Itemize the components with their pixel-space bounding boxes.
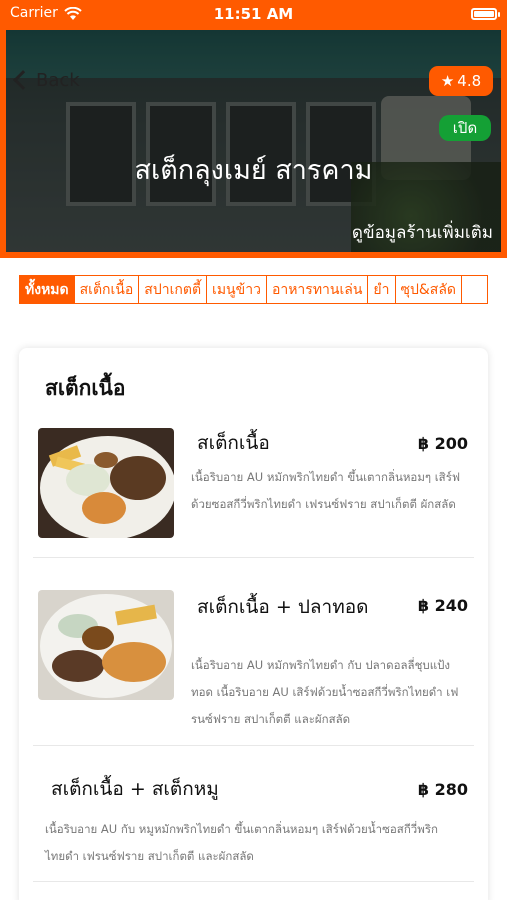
- back-label: Back: [36, 69, 80, 91]
- menu-item[interactable]: สเต็กเนื้อ + สเต็กหมู ฿ 280 เนื้อริบอาย …: [33, 760, 474, 882]
- item-name: สเต็กเนื้อ + สเต็กหมู: [51, 778, 219, 800]
- item-description: เนื้อริบอาย AU หมักพริกไทยดำ ขึ้นเตากลิ่…: [191, 470, 461, 511]
- menu-item[interactable]: สเต็กเนื้อ + ปลาทอด ฿ 240 เนื้อริบอาย AU…: [33, 572, 474, 746]
- open-status-badge: เปิด: [439, 115, 491, 141]
- tab-yum[interactable]: ยำ: [368, 276, 396, 303]
- app-screen: Carrier 11:51 AM Back ★ 4.8 เปิด สเต็กลุ…: [0, 0, 507, 900]
- item-name: สเต็กเนื้อ: [197, 432, 270, 454]
- shop-cover-photo: Back ★ 4.8 เปิด สเต็กลุงเมย์ สารคาม ดูข้…: [6, 30, 501, 252]
- item-description: เนื้อริบอาย AU กับ หมูหมักพริกไทยดำ ขึ้น…: [45, 822, 438, 863]
- tab-beef-steak[interactable]: สเต็กเนื้อ: [74, 276, 140, 303]
- item-price: ฿ 200: [417, 434, 468, 453]
- shop-header: Back ★ 4.8 เปิด สเต็กลุงเมย์ สารคาม ดูข้…: [0, 30, 507, 258]
- tab-spaghetti[interactable]: สปาเกตตี้: [139, 276, 208, 303]
- more-info-link[interactable]: ดูข้อมูลร้านเพิ่มเติม: [352, 219, 493, 246]
- item-price: ฿ 280: [417, 780, 468, 799]
- menu-section-card: สเต็กเนื้อ สเต็กเนื้อ ฿ 200 เนื้อริบอาย …: [19, 348, 488, 900]
- chevron-left-icon: [13, 70, 33, 90]
- rating-badge: ★ 4.8: [429, 66, 493, 96]
- battery-icon: [471, 8, 500, 20]
- status-bar: Carrier 11:51 AM: [0, 0, 507, 30]
- status-time: 11:51 AM: [213, 5, 294, 23]
- tab-soup-salad[interactable]: ซุป&สลัด: [395, 276, 463, 303]
- food-photo: [38, 428, 174, 538]
- tab-all[interactable]: ทั้งหมด: [20, 276, 75, 303]
- item-description: เนื้อริบอาย AU หมักพริกไทยดำ กับ ปลาดอลล…: [191, 658, 459, 726]
- item-name: สเต็กเนื้อ + ปลาทอด: [197, 596, 369, 618]
- rating-value: 4.8: [457, 72, 482, 90]
- star-icon: ★: [440, 72, 455, 90]
- category-tabs: ทั้งหมด สเต็กเนื้อ สปาเกตตี้ เมนูข้าว อา…: [19, 275, 488, 304]
- shop-name: สเต็กลุงเมย์ สารคาม: [134, 155, 373, 186]
- tab-snacks[interactable]: อาหารทานเล่น: [266, 276, 369, 303]
- menu-item[interactable]: สเต็กเนื้อ ฿ 200 เนื้อริบอาย AU หมักพริก…: [33, 414, 474, 558]
- food-photo: [38, 590, 174, 700]
- item-price: ฿ 240: [417, 596, 468, 615]
- section-title: สเต็กเนื้อ: [45, 376, 126, 400]
- back-button[interactable]: Back: [13, 66, 80, 94]
- tab-rice-menu[interactable]: เมนูข้าว: [207, 276, 267, 303]
